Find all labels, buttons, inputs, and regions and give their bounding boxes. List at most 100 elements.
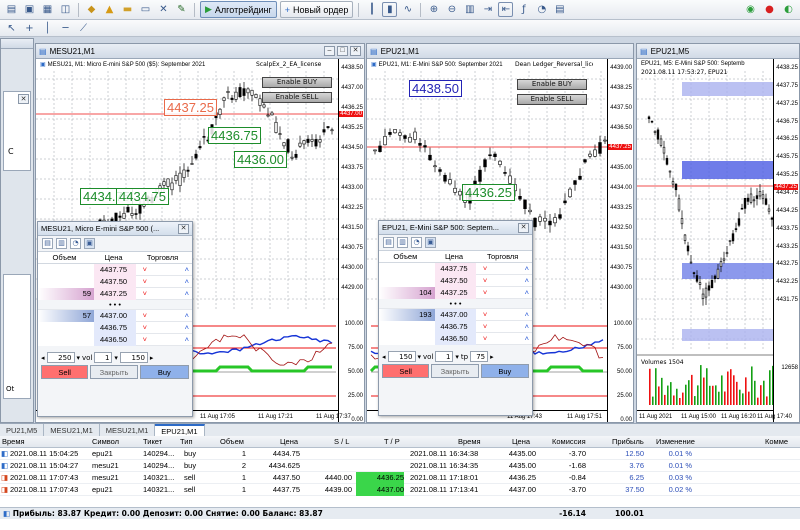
signal-icon[interactable]: ◉ <box>743 2 758 17</box>
profiles-icon[interactable]: ▣ <box>22 2 37 17</box>
folder-icon[interactable]: ▬ <box>120 2 135 17</box>
dom-price[interactable]: 4436.75 <box>434 320 477 333</box>
close-window-icon[interactable]: ✕ <box>156 2 171 17</box>
spin-icon[interactable]: ▾ <box>77 354 81 362</box>
close-icon[interactable]: ✕ <box>178 223 189 234</box>
sell-limit-icon[interactable]: ˅ <box>136 322 150 334</box>
buy-limit-icon[interactable]: ˄ <box>518 321 532 333</box>
chart-icon[interactable]: ▤ <box>383 237 394 248</box>
close-icon[interactable]: ✕ <box>518 222 529 233</box>
sell-limit-icon[interactable]: ˅ <box>476 321 490 333</box>
enable-sell-button[interactable]: Enable SELL <box>517 94 587 105</box>
new-chart-icon[interactable]: ▤ <box>4 2 19 17</box>
buy-limit-icon[interactable]: ˄ <box>178 288 192 300</box>
sell-button[interactable]: Sell <box>382 364 430 378</box>
arrow-left-icon[interactable]: ◂ <box>41 354 45 362</box>
depth-of-market-epu21[interactable]: EPU21, E-Mini S&P 500: Septem... ✕ ▤ ▥ ◔ … <box>378 220 533 416</box>
sell-limit-icon[interactable]: ˅ <box>476 309 490 321</box>
table-row[interactable]: ◨ 2021.08.11 17:07:43 epu21 140321... sell 1 4… <box>0 484 800 496</box>
candle-chart-icon[interactable]: ▮ <box>382 2 398 17</box>
arrow-right-icon[interactable]: ▸ <box>490 353 494 361</box>
dom-price[interactable]: 4436.75 <box>94 321 136 334</box>
buy-limit-icon[interactable]: ˄ <box>518 309 532 321</box>
sell-button[interactable]: Sell <box>41 365 89 379</box>
close-position-button[interactable]: Закрыть <box>90 365 138 379</box>
scroll-chart-icon[interactable]: ⇥ <box>480 2 495 17</box>
new-order-button[interactable]: + Новый ордер <box>279 1 354 18</box>
bid-row[interactable]: 4436.50 ˅ ˄ <box>379 332 532 345</box>
code-icon[interactable]: ✎ <box>174 2 189 17</box>
buy-limit-icon[interactable]: ˄ <box>178 322 192 334</box>
dom-price[interactable]: 4436.50 <box>434 332 477 345</box>
sell-limit-icon[interactable]: ˅ <box>476 275 490 287</box>
sell-limit-icon[interactable]: ˅ <box>136 288 150 300</box>
terminal-icon[interactable]: ▭ <box>138 2 153 17</box>
cursor-icon[interactable]: ↖ <box>4 21 19 36</box>
sell-limit-icon[interactable]: ˅ <box>136 276 150 288</box>
minimize-icon[interactable]: – <box>324 46 335 56</box>
tile-windows-icon[interactable]: ▥ <box>462 2 477 17</box>
crosshair-icon[interactable]: + <box>22 21 37 36</box>
table-row[interactable]: ◧ 2021.08.11 15:04:27 mesu21 140294... buy 2 4… <box>0 460 800 472</box>
tab-mesu21-m1[interactable]: MESU21,M1 <box>44 424 100 436</box>
table-row[interactable]: ◨ 2021.08.11 17:07:43 mesu21 140321... sell 1… <box>0 472 800 484</box>
periods-icon[interactable]: ◔ <box>534 2 549 17</box>
settings-icon[interactable]: ▣ <box>84 238 95 249</box>
enable-sell-button[interactable]: Enable SELL <box>262 92 332 103</box>
tick-icon[interactable]: ◔ <box>411 237 422 248</box>
sell-limit-icon[interactable]: ˅ <box>476 263 490 275</box>
dom-price[interactable]: 4437.00 <box>434 308 477 321</box>
buy-limit-icon[interactable]: ˄ <box>178 334 192 346</box>
market-watch-icon[interactable]: ▦ <box>40 2 55 17</box>
chart-window-epu21-m5[interactable]: ▤ EPU21,M5 EPU21, M5: E-Mini S&P 500: Se… <box>636 43 800 423</box>
alert-icon[interactable]: ● <box>762 2 777 17</box>
chart-icon[interactable]: ▤ <box>42 238 53 249</box>
dom-price[interactable]: 4437.75 <box>434 262 477 275</box>
dom-price[interactable]: 4437.25 <box>434 286 477 299</box>
account-icon[interactable]: ◐ <box>781 2 796 17</box>
columns-icon[interactable]: ▥ <box>397 237 408 248</box>
sell-limit-icon[interactable]: ˅ <box>136 310 150 322</box>
navigator-list[interactable]: ✕ С <box>3 91 31 171</box>
dom-price[interactable]: 4437.25 <box>94 287 136 300</box>
tick-icon[interactable]: ◔ <box>70 238 81 249</box>
navigator-icon[interactable]: ◫ <box>58 2 73 17</box>
sl-input[interactable]: 150 <box>387 351 416 362</box>
columns-icon[interactable]: ▥ <box>56 238 67 249</box>
sell-limit-icon[interactable]: ˅ <box>476 287 490 299</box>
buy-button[interactable]: Buy <box>480 364 530 378</box>
ask-row[interactable]: 59 4437.25 ˅ ˄ <box>38 287 192 300</box>
ask-row[interactable]: 4437.50 ˅ ˄ <box>379 274 532 287</box>
buy-limit-icon[interactable]: ˄ <box>518 333 532 345</box>
algo-trading-button[interactable]: ▶ Алготрейдинг <box>200 1 277 18</box>
spin-icon[interactable]: ▾ <box>455 353 459 361</box>
tab-mesu21-m1-2[interactable]: MESU21,M1 <box>100 424 156 436</box>
buy-limit-icon[interactable]: ˄ <box>518 275 532 287</box>
maximize-icon[interactable]: □ <box>337 46 348 56</box>
tab-epu21-m5[interactable]: PU21,M5 <box>0 424 45 436</box>
tp-input[interactable]: 150 <box>119 352 148 363</box>
lock-icon[interactable]: ▲ <box>102 2 117 17</box>
close-icon[interactable]: ✕ <box>350 46 361 56</box>
ask-row[interactable]: 4437.75 ˅ ˄ <box>379 262 532 275</box>
volume-input[interactable]: 1 <box>94 352 113 363</box>
ask-row[interactable]: 4437.50 ˅ ˄ <box>38 275 192 288</box>
depth-of-market-mesu21[interactable]: MESU21, Micro E-mini S&P 500 (... ✕ ▤ ▥ ◔… <box>37 221 193 417</box>
chart-plot[interactable]: EPU21, M5: E-Mini S&P 500: Septemb 2021.… <box>637 59 799 422</box>
buy-limit-icon[interactable]: ˄ <box>178 264 192 276</box>
indicators-icon[interactable]: ƒ <box>516 2 531 17</box>
close-icon[interactable]: ✕ <box>18 94 29 104</box>
dom-price[interactable]: 4437.00 <box>94 309 136 322</box>
ask-row[interactable]: 4437.75 ˅ ˄ <box>38 263 192 276</box>
dom-price[interactable]: 4437.50 <box>434 274 477 287</box>
tab-epu21-m1[interactable]: EPU21,M1 <box>155 424 205 436</box>
table-row[interactable]: ◧ 2021.08.11 15:04:25 epu21 140294... buy 1 44… <box>0 448 800 460</box>
arrow-left-icon[interactable]: ◂ <box>382 353 386 361</box>
ask-row[interactable]: 104 4437.25 ˅ ˄ <box>379 286 532 299</box>
trendline-icon[interactable]: ⟋ <box>76 21 91 36</box>
horizontal-line-icon[interactable]: ─ <box>58 21 73 36</box>
vertical-line-icon[interactable]: │ <box>40 21 55 36</box>
buy-limit-icon[interactable]: ˄ <box>178 310 192 322</box>
settings-icon[interactable]: ▣ <box>425 237 436 248</box>
dom-price[interactable]: 4436.50 <box>94 333 136 346</box>
